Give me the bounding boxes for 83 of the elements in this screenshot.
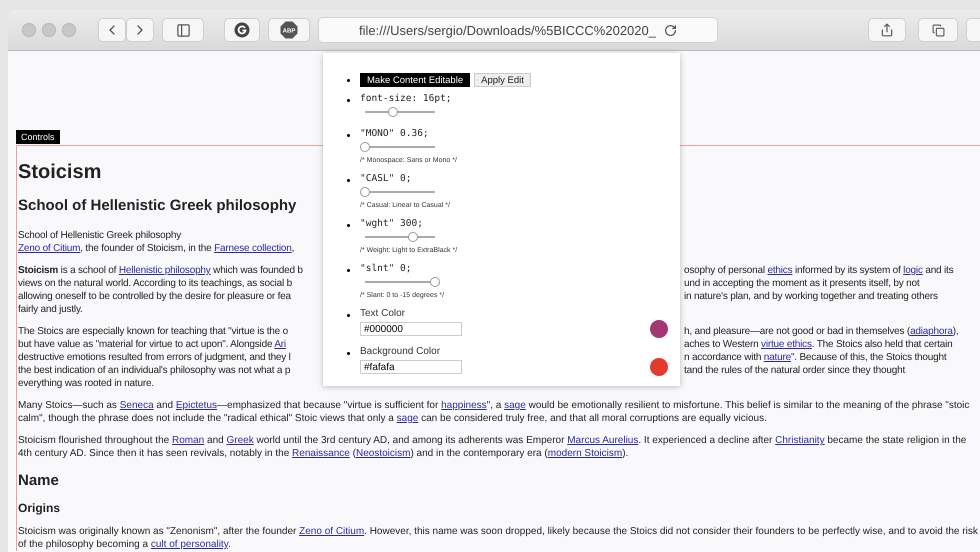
apply-button[interactable]: Apply Edit xyxy=(474,73,531,87)
text-line: in nature's plan, and by working together and treating others xyxy=(684,290,939,303)
text-line: aches to Western virtue ethics. The Stoics also held that certain xyxy=(684,338,954,351)
link[interactable]: Greek xyxy=(226,435,254,446)
sidebar-icon xyxy=(176,22,190,38)
text-line: but have value as "material for virtue to act upon". Alongside Ari xyxy=(18,338,287,351)
text-line: tand the rules of the natural order since they thought xyxy=(684,364,906,377)
link[interactable]: Hellenistic philosophy xyxy=(118,265,211,276)
text-line: Zeno of Citium, the founder of Stoicism, in the Farnese collection, xyxy=(18,242,296,255)
color-label: Text Color xyxy=(360,308,406,320)
text-line: The Stoics are especially known for teaching that "virtue is the o xyxy=(18,325,289,338)
slider-label: font-size: 16pt; xyxy=(360,93,452,105)
slider-thumb[interactable] xyxy=(430,277,440,287)
text-line: views on the natural world. According to its teachings, as social b xyxy=(18,277,293,290)
forward-button[interactable] xyxy=(126,18,154,42)
text-line: School of Hellenistic Greek philosophy xyxy=(18,229,182,242)
link[interactable]: sage xyxy=(396,413,418,424)
link[interactable]: Renaissance xyxy=(292,448,350,459)
link[interactable]: Ari xyxy=(274,339,286,350)
text-line: und in accepting the moment as it presents itself, by not xyxy=(684,277,921,290)
link[interactable]: Roman xyxy=(172,435,204,446)
text-line: the best indication of an individual's philosophy was not what a p xyxy=(18,364,292,377)
page-subtitle: School of Hellenistic Greek philosophy xyxy=(18,197,296,215)
slider-label: "slnt" 0; xyxy=(360,263,412,275)
slider-thumb[interactable] xyxy=(360,142,370,152)
slider-thumb[interactable] xyxy=(408,232,418,242)
paragraph: Stoicism flourished throughout the Roman and Greek world until the 3rd century AD, and among its adherents was Emperor Marcus Aurelius. It experienced a decline after Christianity became the state religion in the 4th century AD. Since then it has seen revivals, notably in the Renaissance (Neostoicism) and in the contemporary era (modern Stoicism). xyxy=(18,434,968,460)
sidebar-button[interactable] xyxy=(162,18,204,42)
text-line: osophy of personal ethics informed by its system of logic and its xyxy=(684,264,954,277)
tabs-icon xyxy=(932,24,944,36)
share-icon xyxy=(880,23,894,37)
editable-button[interactable]: Make Content Editable xyxy=(360,73,470,87)
text-line: n accordance with nature". Because of this, the Stoics thought xyxy=(684,351,948,364)
g-circle-icon xyxy=(234,22,250,38)
link[interactable]: nature xyxy=(764,352,791,363)
link[interactable]: Epictetus xyxy=(176,400,218,411)
controls-label[interactable]: Controls xyxy=(16,130,60,144)
section-heading: Name xyxy=(18,472,59,490)
link[interactable]: happiness xyxy=(441,400,487,411)
link[interactable]: adiaphora xyxy=(910,326,953,337)
slider-label: "CASL" 0; xyxy=(360,173,412,185)
link[interactable]: ethics xyxy=(767,265,792,276)
link[interactable]: Zeno of Citium xyxy=(299,526,364,537)
slider-label: "wght" 300; xyxy=(360,218,423,230)
minimize-button[interactable] xyxy=(42,23,56,37)
color-swatch[interactable] xyxy=(650,358,668,376)
close-button[interactable] xyxy=(22,23,36,37)
slider-thumb[interactable] xyxy=(388,107,398,117)
link[interactable]: Marcus Aurelius xyxy=(567,435,638,446)
color-input[interactable]: #000000 xyxy=(360,322,462,336)
text-line: destructive emotions resulted from errors of judgment, and they l xyxy=(18,351,292,364)
link[interactable]: Christianity xyxy=(775,435,825,446)
reload-icon[interactable] xyxy=(664,24,677,36)
color-label: Background Color xyxy=(360,346,440,358)
address-field[interactable]: file:///Users/sergio/Downloads/%5BICCC%202020_ xyxy=(318,17,718,43)
zoom-button[interactable] xyxy=(62,23,76,37)
link[interactable]: sage xyxy=(504,400,526,411)
share-button[interactable] xyxy=(868,18,906,42)
link[interactable]: Neostoicism xyxy=(356,448,410,459)
slider-thumb[interactable] xyxy=(360,187,370,197)
paragraph: Many Stoics—such as Seneca and Epictetus—emphasized that because "virtue is sufficient for happiness", a sage would be emotionally resilient to misfortune. This belief is similar to the meaning of the phrase "stoic calm", though the phrase does not include the "radical ethical" Stoic views that only a sage can be considered truly free, and that all moral corruptions are equally vicious. xyxy=(18,399,970,425)
text-line: h, and pleasure—are not good or bad in themselves (adiaphora), xyxy=(684,325,960,338)
text-line: allowing oneself to be controlled by the desire for pleasure or fea xyxy=(18,290,292,303)
extension-button[interactable] xyxy=(224,18,260,42)
text-line: everything was rooted in nature. xyxy=(18,377,155,390)
color-swatch[interactable] xyxy=(650,320,668,338)
link[interactable]: modern Stoicism xyxy=(548,448,622,459)
new-tab-button[interactable] xyxy=(966,18,980,42)
tabs-button[interactable] xyxy=(918,18,958,42)
link[interactable]: Farnese collection xyxy=(214,243,292,254)
link[interactable]: cult of personality xyxy=(150,539,228,550)
link[interactable]: virtue ethics xyxy=(761,339,812,350)
color-input[interactable]: #fafafa xyxy=(360,360,462,374)
link[interactable]: Seneca xyxy=(120,400,154,411)
text-line: Stoicism is a school of Hellenistic philosophy which was founded b xyxy=(18,264,304,277)
link[interactable]: Zeno of Citium xyxy=(18,243,80,254)
page-title: Stoicism xyxy=(18,160,102,184)
paragraph: Stoicism was originally known as "Zenonism", after the founder Zeno of Citium. However, this name was soon dropped, likely because the Stoics did not consider their founders to be perfectly wise, and to avoid the risk of the philosophy becoming a cult of personality. xyxy=(18,525,979,551)
text-line: fairly and justly. xyxy=(18,303,84,316)
slider-label: "MONO" 0.36; xyxy=(360,128,429,140)
link[interactable]: logic xyxy=(903,265,923,276)
subsection-heading: Origins xyxy=(18,500,60,516)
back-button[interactable] xyxy=(98,18,126,42)
